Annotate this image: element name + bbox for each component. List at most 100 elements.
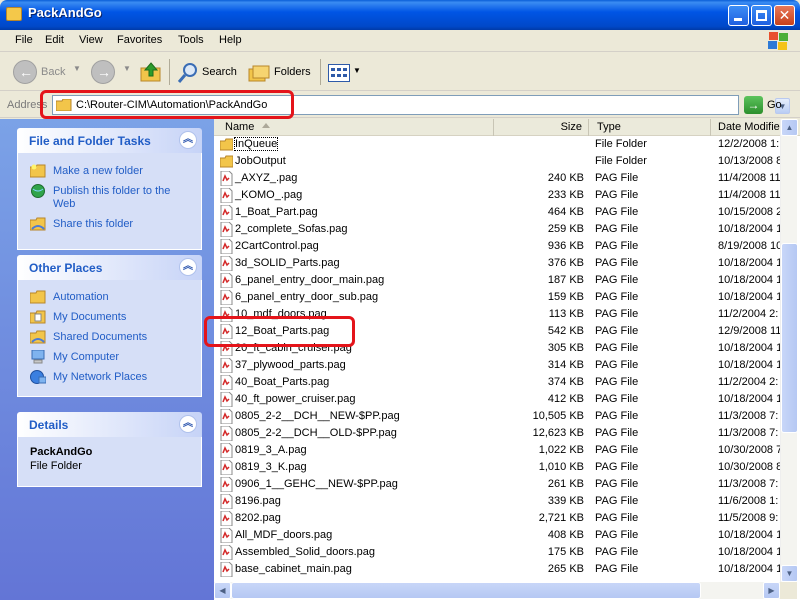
panel-header[interactable]: Details ︽	[17, 412, 202, 437]
scroll-left-icon[interactable]: ◀	[214, 582, 231, 599]
collapse-chevron-icon[interactable]: ︽	[179, 415, 197, 433]
minimize-button[interactable]	[728, 5, 749, 26]
folder-up-icon[interactable]	[140, 61, 162, 83]
file-list[interactable]: Name Size Type Date Modifie InQueue File …	[214, 119, 800, 600]
file-type: PAG File	[595, 563, 639, 575]
views-dropdown-icon[interactable]: ▼	[353, 66, 361, 75]
file-row[interactable]: 20_ft_cabin_cruiser.pag 305 KB PAG File 10/…	[214, 340, 784, 357]
file-row[interactable]: 40_ft_power_cruiser.pag 412 KB PAG File 10/…	[214, 391, 784, 408]
back-button[interactable]: ←	[13, 60, 37, 84]
menu-favorites[interactable]: Favorites	[117, 34, 162, 46]
file-row[interactable]: 2CartControl.pag 936 KB PAG File 8/19/2008 …	[214, 238, 784, 255]
file-row[interactable]: base_cabinet_main.pag 265 KB PAG File 10/18…	[214, 561, 784, 578]
file-row[interactable]: 0805_2-2__DCH__OLD-$PP.pag 12,623 KB PAG F…	[214, 425, 784, 442]
file-row[interactable]: JobOutput File Folder 10/13/2008 8	[214, 153, 784, 170]
file-name: 3d_SOLID_Parts.pag	[235, 257, 340, 269]
menu-view[interactable]: View	[79, 34, 103, 46]
pag-file-icon	[220, 528, 233, 543]
file-row[interactable]: All_MDF_doors.pag 408 KB PAG File 10/18/200…	[214, 527, 784, 544]
new-folder-icon	[30, 164, 46, 178]
search-button[interactable]: Search	[202, 66, 237, 78]
scroll-thumb[interactable]	[231, 582, 701, 599]
close-button[interactable]: ✕	[774, 5, 795, 26]
scroll-right-icon[interactable]: ▶	[763, 582, 780, 599]
file-row[interactable]: 6_panel_entry_door_main.pag 187 KB PAG Fil…	[214, 272, 784, 289]
collapse-chevron-icon[interactable]: ︽	[179, 131, 197, 149]
views-icon[interactable]	[328, 64, 350, 82]
search-icon[interactable]	[177, 62, 199, 84]
file-row[interactable]: 3d_SOLID_Parts.pag 376 KB PAG File 10/18/20…	[214, 255, 784, 272]
menu-tools[interactable]: Tools	[178, 34, 204, 46]
file-name: 0819_3_A.pag	[235, 444, 307, 456]
pag-file-icon	[220, 273, 233, 288]
pag-file-icon	[220, 562, 233, 577]
file-type: PAG File	[595, 478, 639, 490]
file-row[interactable]: 40_Boat_Parts.pag 374 KB PAG File 11/2/2004…	[214, 374, 784, 391]
file-row[interactable]: 0819_3_A.pag 1,022 KB PAG File 10/30/2008 7	[214, 442, 784, 459]
file-row[interactable]: 8202.pag 2,721 KB PAG File 11/5/2008 9:	[214, 510, 784, 527]
folders-button[interactable]: Folders	[274, 66, 311, 78]
file-size: 1,010 KB	[538, 461, 584, 473]
panel-header[interactable]: Other Places ︽	[17, 255, 202, 280]
folder-icon	[220, 155, 233, 168]
title-bar[interactable]: PackAndGo ✕	[0, 0, 800, 30]
column-header: Name Size Type Date Modifie	[214, 119, 800, 136]
file-size: 339 KB	[547, 495, 584, 507]
toolbar-separator	[320, 59, 321, 85]
file-name: InQueue	[233, 137, 279, 151]
menu-edit[interactable]: Edit	[45, 34, 64, 46]
file-row[interactable]: InQueue File Folder 12/2/2008 1:	[214, 136, 784, 153]
go-arrow-icon[interactable]: →	[744, 96, 763, 114]
forward-dropdown-icon[interactable]: ▼	[123, 64, 131, 73]
file-row[interactable]: 6_panel_entry_door_sub.pag 159 KB PAG File…	[214, 289, 784, 306]
file-date: 10/18/2004 1	[718, 393, 783, 405]
address-bar: Address C:\Router-CIM\Automation\PackAnd…	[0, 92, 800, 118]
scroll-down-icon[interactable]: ▼	[781, 565, 798, 582]
file-date: 11/2/2004 2:	[718, 308, 779, 320]
scroll-up-icon[interactable]: ▲	[781, 119, 798, 136]
file-row[interactable]: 0906_1__GEHC__NEW-$PP.pag 261 KB PAG File 1…	[214, 476, 784, 493]
file-row[interactable]: 12_Boat_Parts.pag 542 KB PAG File 12/9/2008…	[214, 323, 784, 340]
folder-icon	[220, 138, 233, 151]
address-label: Address	[7, 99, 48, 111]
file-size: 233 KB	[547, 189, 584, 201]
file-row[interactable]: 10_mdf_doors.pag 113 KB PAG File 11/2/2004 …	[214, 306, 784, 323]
file-size: 936 KB	[547, 240, 584, 252]
file-row[interactable]: Assembled_Solid_doors.pag 175 KB PAG File 1…	[214, 544, 784, 561]
file-row[interactable]: 2_complete_Sofas.pag 259 KB PAG File 10/18/…	[214, 221, 784, 238]
file-name: 1_Boat_Part.pag	[235, 206, 318, 218]
toolbar-separator	[169, 59, 170, 85]
file-type: PAG File	[595, 172, 639, 184]
pag-file-icon	[220, 205, 233, 220]
file-row[interactable]: _KOMO_.pag 233 KB PAG File 11/4/2008 11	[214, 187, 784, 204]
menu-file[interactable]: File	[15, 34, 33, 46]
file-row[interactable]: 8196.pag 339 KB PAG File 11/6/2008 1:	[214, 493, 784, 510]
column-name[interactable]: Name	[214, 119, 494, 136]
go-button[interactable]: Go	[767, 99, 782, 111]
maximize-button[interactable]	[751, 5, 772, 26]
file-date: 11/4/2008 11	[718, 172, 781, 184]
file-row[interactable]: 1_Boat_Part.pag 464 KB PAG File 10/15/2008 …	[214, 204, 784, 221]
collapse-chevron-icon[interactable]: ︽	[179, 258, 197, 276]
horizontal-scrollbar[interactable]: ◀ ▶	[214, 582, 780, 599]
file-row[interactable]: 0819_3_K.pag 1,010 KB PAG File 10/30/2008 8	[214, 459, 784, 476]
scroll-thumb[interactable]	[781, 243, 798, 433]
file-type: PAG File	[595, 495, 639, 507]
back-dropdown-icon[interactable]: ▼	[73, 64, 81, 73]
file-type: PAG File	[595, 461, 639, 473]
folders-icon[interactable]	[248, 65, 270, 83]
file-row[interactable]: 0805_2-2__DCH__NEW-$PP.pag 10,505 KB PAG F…	[214, 408, 784, 425]
file-row[interactable]: 37_plywood_parts.pag 314 KB PAG File 10/18/…	[214, 357, 784, 374]
file-size: 2,721 KB	[538, 512, 584, 524]
address-input[interactable]: C:\Router-CIM\Automation\PackAndGo ▼	[52, 95, 790, 115]
file-name: 20_ft_cabin_cruiser.pag	[235, 342, 352, 354]
pag-file-icon	[220, 324, 233, 339]
forward-button[interactable]: →	[91, 60, 115, 84]
file-row[interactable]: _AXYZ_.pag 240 KB PAG File 11/4/2008 11	[214, 170, 784, 187]
vertical-scrollbar[interactable]: ▲ ▼	[780, 119, 798, 582]
file-date: 10/30/2008 7	[718, 444, 783, 456]
column-type[interactable]: Type	[589, 119, 711, 136]
column-size[interactable]: Size	[494, 119, 589, 136]
panel-header[interactable]: File and Folder Tasks ︽	[17, 128, 202, 153]
menu-help[interactable]: Help	[219, 34, 242, 46]
